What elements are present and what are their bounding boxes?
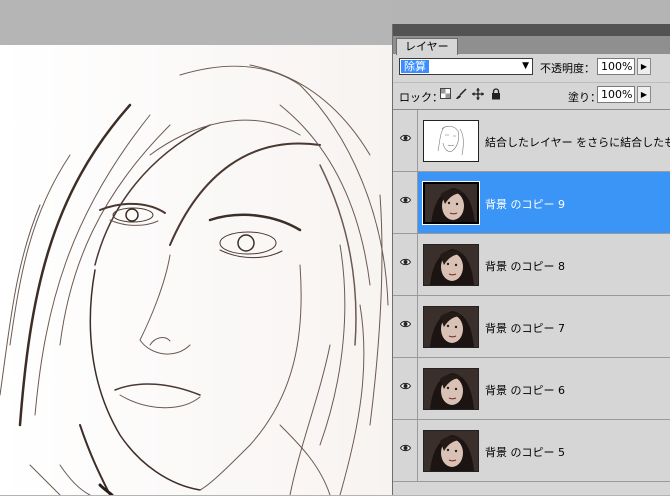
eye-icon: [400, 320, 411, 328]
layer-thumbnail: [423, 430, 479, 472]
layer-name: 背景 のコピー 6: [485, 384, 565, 397]
move-icon[interactable]: [472, 88, 484, 100]
eye-icon: [400, 196, 411, 204]
layer-name: 背景 のコピー 7: [485, 322, 565, 335]
blend-row: 除算 ▼ 不透明度： 100% ▶: [393, 55, 670, 81]
layer-thumbnail: [423, 306, 479, 348]
fill-slider-button[interactable]: ▶: [637, 86, 651, 103]
layer-content[interactable]: 背景 のコピー 5: [418, 420, 670, 481]
blend-mode-value: 除算: [401, 60, 429, 73]
document-canvas[interactable]: [0, 45, 392, 495]
visibility-toggle[interactable]: [393, 110, 418, 171]
layer-thumbnail: [423, 244, 479, 286]
layer-name: 背景 のコピー 8: [485, 260, 565, 273]
opacity-slider-button[interactable]: ▶: [637, 58, 651, 75]
layer-thumbnail: [423, 120, 479, 162]
eye-icon: [400, 444, 411, 452]
layer-row[interactable]: 背景 のコピー 7: [393, 296, 670, 358]
layers-panel: レイヤー 除算 ▼ 不透明度： 100% ▶ ロック： 塗り： 100% ▶ 結…: [392, 24, 670, 495]
layer-row[interactable]: 背景 のコピー 5: [393, 420, 670, 482]
layer-name: 背景 のコピー 5: [485, 446, 565, 459]
eye-icon: [400, 258, 411, 266]
layer-name: 結合したレイヤー をさらに結合したもの: [485, 136, 670, 149]
eye-icon: [400, 134, 411, 142]
tab-layers[interactable]: レイヤー: [396, 38, 458, 55]
lock-row: ロック： 塗り： 100% ▶: [393, 82, 670, 109]
layer-row[interactable]: 結合したレイヤー をさらに結合したもの: [393, 110, 670, 172]
visibility-toggle[interactable]: [393, 420, 418, 481]
blend-mode-select[interactable]: 除算 ▼: [399, 58, 533, 75]
panel-titlebar[interactable]: [393, 24, 670, 36]
layer-row[interactable]: 背景 のコピー 9: [393, 172, 670, 234]
layer-name: 背景 のコピー 9: [485, 198, 565, 211]
opacity-label: 不透明度：: [540, 62, 595, 75]
layer-list: 結合したレイヤー をさらに結合したもの 背景 のコピー 9 背景 のコピー 8 …: [393, 109, 670, 496]
lock-label: ロック：: [399, 91, 443, 104]
canvas-top-strip: [0, 0, 392, 45]
fill-input[interactable]: 100%: [597, 86, 635, 103]
layer-row[interactable]: 背景 のコピー 8: [393, 234, 670, 296]
lock-icon[interactable]: [490, 88, 502, 100]
brush-icon[interactable]: [455, 88, 467, 100]
eye-icon: [400, 382, 411, 390]
layer-content[interactable]: 結合したレイヤー をさらに結合したもの: [418, 110, 670, 171]
visibility-toggle[interactable]: [393, 172, 418, 233]
visibility-toggle[interactable]: [393, 296, 418, 357]
layer-content[interactable]: 背景 のコピー 6: [418, 358, 670, 419]
panel-tab-row: レイヤー: [393, 36, 670, 55]
layer-thumbnail: [423, 368, 479, 410]
lock-transparent-icon[interactable]: [439, 88, 451, 100]
opacity-input[interactable]: 100%: [597, 58, 635, 75]
visibility-toggle[interactable]: [393, 234, 418, 295]
visibility-toggle[interactable]: [393, 358, 418, 419]
layer-content[interactable]: 背景 のコピー 9: [418, 172, 670, 233]
layer-thumbnail: [422, 181, 480, 225]
layer-content[interactable]: 背景 のコピー 8: [418, 234, 670, 295]
layer-row[interactable]: 背景 のコピー 6: [393, 358, 670, 420]
sketch-image: [0, 45, 392, 495]
layer-content[interactable]: 背景 のコピー 7: [418, 296, 670, 357]
chevron-down-icon: ▼: [522, 61, 529, 71]
